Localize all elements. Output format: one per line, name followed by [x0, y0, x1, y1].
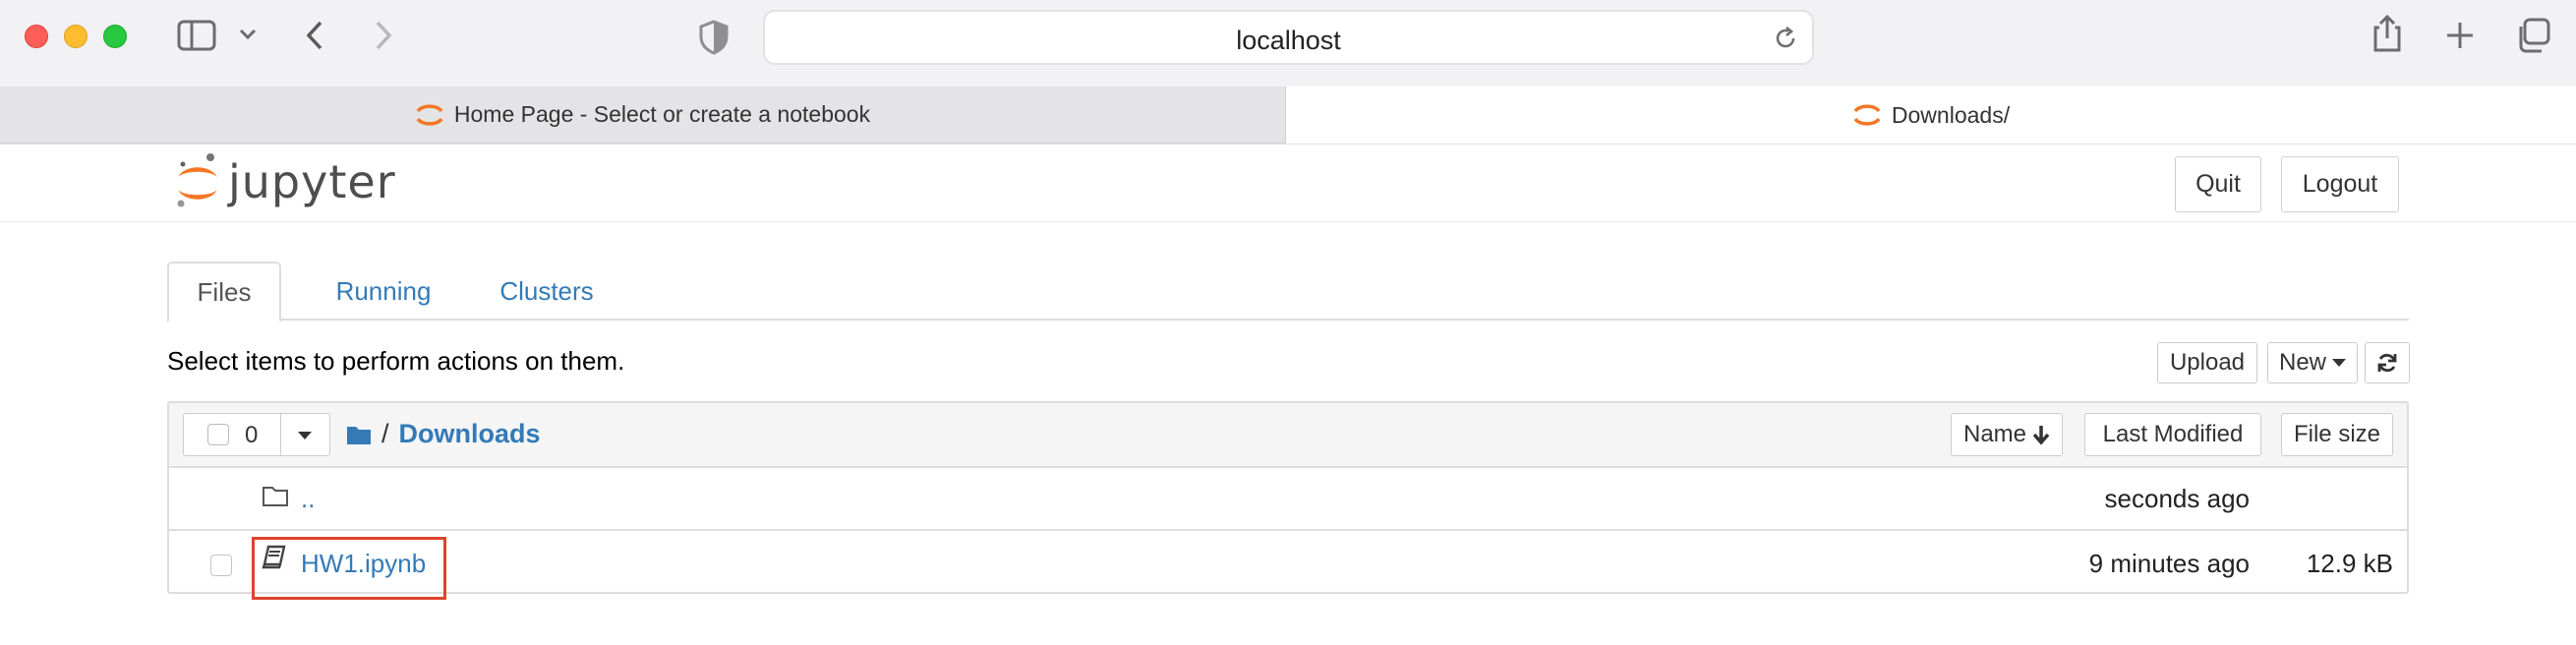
file-list: 0 / Downloads Name Last Modified File si… [167, 401, 2409, 600]
forward-icon[interactable] [372, 20, 395, 51]
new-tab-icon[interactable] [2444, 20, 2476, 51]
select-all-group: 0 [183, 413, 330, 456]
upload-button-label: Upload [2169, 349, 2246, 376]
zoom-window-button[interactable] [103, 25, 127, 48]
browser-toolbar: localhost [0, 0, 2576, 87]
url-text: localhost [1236, 26, 1341, 55]
list-item[interactable]: HW1.ipynb 9 minutes ago 12.9 kB [169, 533, 2407, 600]
new-dropdown-button[interactable]: New [2267, 342, 2358, 383]
row-file-size: 12.9 kB [2306, 549, 2393, 578]
highlight-box [252, 537, 446, 600]
reload-icon[interactable] [1773, 26, 1798, 56]
tab-running[interactable]: Running [315, 262, 452, 321]
logout-button[interactable]: Logout [2281, 156, 2399, 212]
sort-by-last-modified-button[interactable]: Last Modified [2084, 413, 2261, 456]
selection-dropdown-button[interactable] [298, 432, 312, 440]
tab-overview-icon[interactable] [2515, 18, 2550, 53]
browser-tab-label: Home Page - Select or create a notebook [453, 101, 871, 127]
tab-clusters[interactable]: Clusters [478, 262, 615, 321]
chevron-down-icon[interactable] [238, 28, 258, 41]
folder-icon [263, 487, 288, 506]
sort-by-file-size-button[interactable]: File size [2281, 413, 2393, 456]
share-icon[interactable] [2370, 14, 2405, 53]
upload-button[interactable]: Upload [2157, 342, 2257, 383]
folder-solid-icon[interactable] [346, 424, 372, 445]
minimize-window-button[interactable] [64, 25, 88, 48]
jupyter-header: jupyter Quit Logout [0, 144, 2576, 222]
select-all-checkbox[interactable] [207, 424, 229, 445]
selected-count: 0 [245, 422, 259, 448]
refresh-icon [2377, 353, 2397, 373]
close-window-button[interactable] [25, 25, 48, 48]
divider [280, 414, 281, 455]
address-bar[interactable]: localhost [763, 10, 1814, 65]
privacy-shield-icon[interactable] [698, 20, 730, 55]
browser-tab-label: Downloads/ [1891, 101, 2011, 128]
sort-by-name-button[interactable]: Name [1951, 413, 2063, 456]
browser-tab-downloads[interactable]: Downloads/ [1286, 87, 2576, 144]
sort-name-label: Name [1962, 421, 2027, 447]
jupyter-logo-icon [177, 153, 217, 207]
select-items-message: Select items to perform actions on them. [167, 346, 625, 376]
sidebar-toggle-icon[interactable] [177, 20, 216, 51]
browser-tab-strip: Home Page - Select or create a notebook … [0, 87, 2576, 144]
jupyter-logo-text: jupyter [228, 155, 396, 208]
browser-tab-home[interactable]: Home Page - Select or create a notebook [0, 87, 1286, 144]
refresh-button[interactable] [2365, 342, 2410, 383]
quit-button[interactable]: Quit [2175, 156, 2261, 212]
breadcrumb-downloads-link[interactable]: Downloads [399, 419, 541, 449]
row-modified: 9 minutes ago [2088, 549, 2250, 578]
row-modified: seconds ago [2104, 484, 2250, 513]
list-item[interactable]: .. seconds ago [169, 468, 2407, 531]
jupyter-favicon-icon [1853, 104, 1881, 126]
breadcrumb: / Downloads [346, 419, 541, 449]
arrow-down-icon [2032, 426, 2050, 445]
breadcrumb-separator: / [381, 419, 389, 448]
jupyter-logo[interactable]: jupyter [175, 152, 396, 211]
jupyter-favicon-icon [416, 103, 443, 126]
caret-down-icon [298, 432, 312, 440]
tab-files[interactable]: Files [167, 262, 281, 322]
dashboard-tabs: Files Running Clusters [167, 262, 2409, 322]
back-icon[interactable] [303, 20, 326, 51]
new-button-label: New [2278, 349, 2326, 376]
file-list-header: 0 / Downloads Name Last Modified File si… [169, 403, 2407, 468]
caret-down-icon [2332, 359, 2346, 367]
row-checkbox[interactable] [210, 555, 232, 576]
parent-directory-link[interactable]: .. [301, 484, 315, 514]
